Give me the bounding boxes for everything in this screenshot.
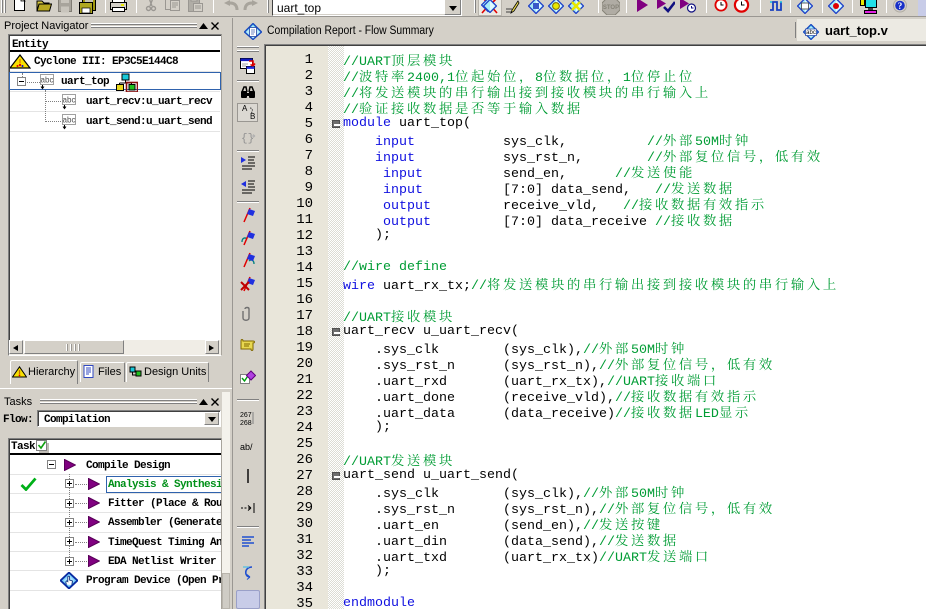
svg-text:B: B <box>250 112 255 120</box>
svg-text:267: 267 <box>240 412 252 419</box>
svg-text:abc: abc <box>63 96 76 105</box>
svg-text:abc: abc <box>41 76 54 85</box>
svg-text:?: ? <box>898 1 903 11</box>
svg-text:268: 268 <box>240 420 252 426</box>
svg-text:{}: {} <box>241 133 254 145</box>
svg-text:abc: abc <box>63 116 76 125</box>
svg-text:ab/: ab/ <box>240 442 253 452</box>
svg-text:abc: abc <box>806 30 816 36</box>
svg-text:A: A <box>242 104 248 113</box>
svg-text:STOP: STOP <box>603 5 619 11</box>
